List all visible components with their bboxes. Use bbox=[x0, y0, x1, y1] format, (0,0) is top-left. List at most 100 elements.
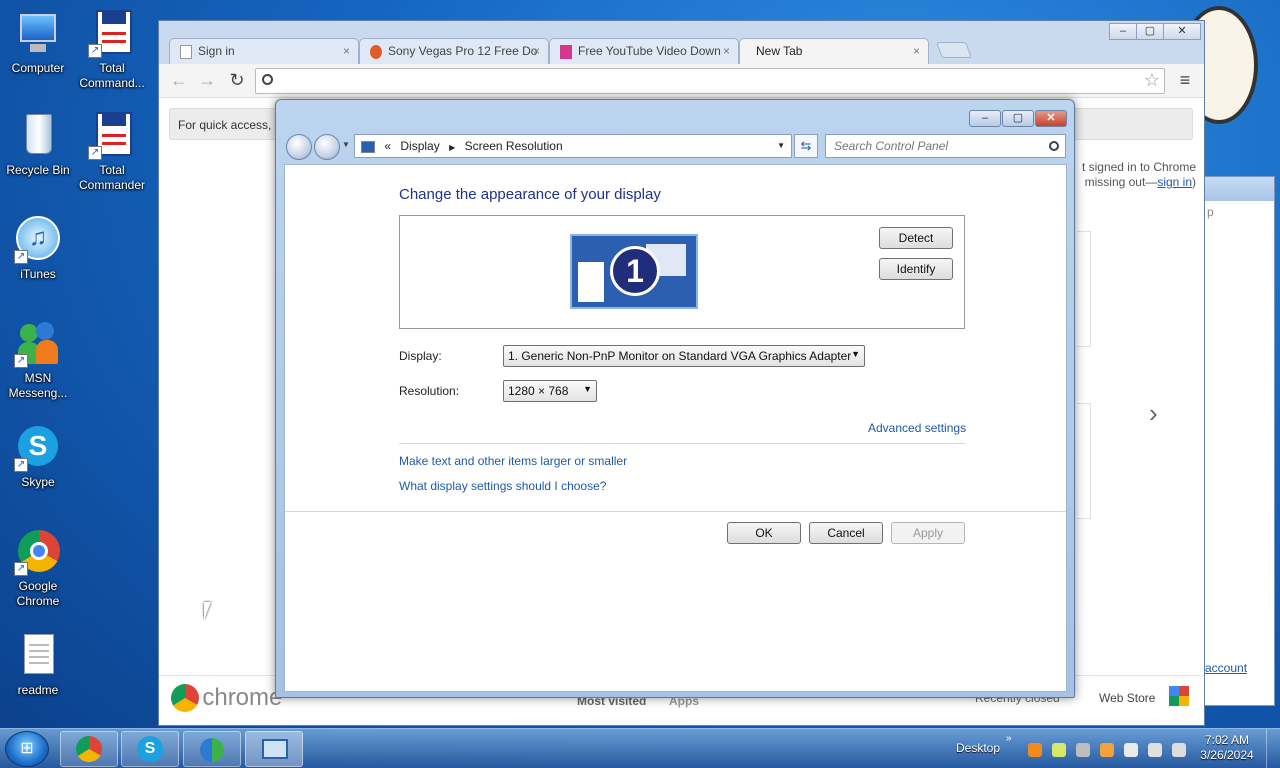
address-dropdown-icon[interactable]: ▼ bbox=[777, 141, 785, 150]
address-bar[interactable]: « Display ▶ Screen Resolution ▼ bbox=[354, 134, 792, 158]
signin-link[interactable]: sign in bbox=[1157, 175, 1192, 189]
tools-icon[interactable] bbox=[1076, 743, 1090, 757]
screen-resolution-dialog[interactable]: – ▢ ✕ ▼ « Display ▶ Screen Resolution ▼ … bbox=[275, 99, 1075, 698]
recycle-bin-icon bbox=[14, 112, 62, 160]
dropdown-arrow-icon: ▼ bbox=[851, 349, 860, 359]
breadcrumb-screen-resolution[interactable]: Screen Resolution bbox=[465, 139, 563, 153]
taskbar-skype[interactable]: S bbox=[121, 731, 179, 767]
toolbar-expand-icon[interactable]: » bbox=[1006, 733, 1012, 744]
back-button[interactable] bbox=[286, 134, 312, 160]
cancel-button[interactable]: Cancel bbox=[809, 522, 883, 544]
desktop-icon-recycle-bin[interactable]: Recycle Bin bbox=[0, 112, 76, 178]
tray-app-icon[interactable] bbox=[1052, 743, 1066, 757]
shortcut-arrow-icon: ↗ bbox=[14, 354, 28, 368]
vlc-icon[interactable] bbox=[1028, 743, 1042, 757]
start-button[interactable]: ⊞ bbox=[5, 731, 49, 767]
mouse-cursor-icon bbox=[204, 602, 211, 620]
breadcrumb-display[interactable]: Display bbox=[400, 139, 439, 153]
dialog-maximize-button[interactable]: ▢ bbox=[1002, 110, 1034, 127]
tab-youtube-downloader[interactable]: Free YouTube Video Down × bbox=[549, 38, 739, 64]
identify-button[interactable]: Identify bbox=[879, 258, 953, 280]
page-icon bbox=[180, 45, 192, 59]
text-size-link[interactable]: Make text and other items larger or smal… bbox=[399, 454, 627, 468]
detect-button[interactable]: Detect bbox=[879, 227, 953, 249]
taskbar-msn-messenger[interactable] bbox=[183, 731, 241, 767]
windows-logo-icon: ⊞ bbox=[20, 740, 34, 757]
desktop-icon-label: Total Commander bbox=[78, 163, 146, 192]
desktop-icon-google-chrome[interactable]: ↗ Google Chrome bbox=[0, 528, 76, 609]
shortcut-arrow-icon: ↗ bbox=[14, 562, 28, 576]
forward-button[interactable] bbox=[314, 134, 340, 160]
display-help-link[interactable]: What display settings should I choose? bbox=[399, 479, 606, 493]
reload-icon[interactable]: ↻ bbox=[227, 70, 247, 90]
monitor-number: 1 bbox=[610, 246, 660, 296]
desktop-icon-computer[interactable]: Computer bbox=[0, 10, 76, 76]
breadcrumb-root[interactable]: « bbox=[384, 139, 391, 153]
forward-arrow-icon[interactable]: → bbox=[197, 70, 217, 90]
account-link[interactable]: account bbox=[1205, 661, 1247, 675]
search-icon bbox=[262, 74, 273, 85]
dropdown-arrow-icon: ▼ bbox=[583, 384, 592, 394]
dialog-minimize-button[interactable]: – bbox=[969, 110, 1001, 127]
tab-close-icon[interactable]: × bbox=[343, 44, 350, 58]
refresh-button[interactable]: ⇆ bbox=[794, 134, 818, 158]
tab-close-icon[interactable]: × bbox=[913, 44, 920, 58]
floppy-disk-icon: ↗ bbox=[88, 112, 136, 160]
desktop-icon-itunes[interactable]: ♫ ↗ iTunes bbox=[0, 216, 76, 282]
recent-pages-chevron-icon[interactable]: ▼ bbox=[342, 140, 350, 149]
display-label: Display: bbox=[399, 349, 442, 363]
background-window[interactable]: p account bbox=[1200, 176, 1275, 706]
omnibox-input[interactable]: ☆ bbox=[255, 68, 1165, 94]
chrome-icon bbox=[171, 684, 199, 712]
desktop-icon-total-commander-1[interactable]: ↗ Total Command... bbox=[74, 10, 150, 91]
tab-sign-in[interactable]: Sign in × bbox=[169, 38, 359, 64]
chrome-icon: ↗ bbox=[14, 528, 62, 576]
desktop-icon-msn-messenger[interactable]: ↗ MSN Messeng... bbox=[0, 320, 76, 401]
chrome-icon bbox=[76, 736, 102, 762]
signin-paren: ) bbox=[1192, 175, 1196, 189]
minimize-button[interactable]: – bbox=[1109, 23, 1137, 40]
maximize-button[interactable]: ▢ bbox=[1136, 23, 1164, 40]
new-tab-button[interactable] bbox=[936, 42, 972, 58]
tab-close-icon[interactable]: × bbox=[723, 44, 730, 58]
search-tray-icon[interactable] bbox=[1100, 743, 1114, 757]
web-store-link[interactable]: Web Store bbox=[1099, 691, 1155, 705]
star-icon[interactable]: ☆ bbox=[1144, 70, 1160, 91]
dialog-content: Change the appearance of your display 1 … bbox=[284, 164, 1067, 692]
taskbar-chrome[interactable] bbox=[60, 731, 118, 767]
breadcrumb-separator-icon: ▶ bbox=[449, 143, 456, 152]
web-store-icon bbox=[1169, 686, 1189, 706]
back-arrow-icon[interactable]: ← bbox=[169, 70, 189, 90]
action-center-flag-icon[interactable] bbox=[1124, 743, 1138, 757]
desktop-icon-label: iTunes bbox=[20, 267, 56, 281]
dialog-close-button[interactable]: ✕ bbox=[1035, 110, 1067, 127]
ok-button[interactable]: OK bbox=[727, 522, 801, 544]
desktop-toolbar-label[interactable]: Desktop bbox=[956, 741, 1000, 755]
signin-note-line1: t signed in to Chrome bbox=[1081, 160, 1196, 174]
apply-button[interactable]: Apply bbox=[891, 522, 965, 544]
desktop-icon-total-commander-2[interactable]: ↗ Total Commander bbox=[74, 112, 150, 193]
resolution-select[interactable]: 1280 × 768 ▼ bbox=[503, 380, 597, 402]
control-panel-icon bbox=[361, 140, 375, 153]
network-icon[interactable] bbox=[1148, 743, 1162, 757]
clock[interactable]: 7:02 AM 3/26/2024 bbox=[1196, 733, 1258, 763]
thumbnail-placeholder bbox=[1077, 231, 1091, 347]
monitor-1-icon[interactable]: 1 bbox=[570, 234, 698, 309]
advanced-settings-link[interactable]: Advanced settings bbox=[868, 421, 966, 435]
toolbar: ← → ↻ ☆ ≡ bbox=[159, 64, 1204, 98]
text-file-icon bbox=[14, 632, 62, 680]
tab-sony-vegas[interactable]: Sony Vegas Pro 12 Free Do × bbox=[359, 38, 549, 64]
search-control-panel-input[interactable]: Search Control Panel bbox=[825, 134, 1066, 158]
volume-muted-icon[interactable] bbox=[1172, 743, 1186, 757]
desktop-icon-readme[interactable]: readme bbox=[0, 632, 76, 698]
menu-icon[interactable]: ≡ bbox=[1175, 70, 1195, 90]
tab-new-tab[interactable]: New Tab × bbox=[739, 38, 929, 64]
tab-close-icon[interactable]: × bbox=[533, 44, 540, 58]
next-page-arrow-icon[interactable]: › bbox=[1149, 398, 1158, 429]
close-button[interactable]: ✕ bbox=[1163, 23, 1201, 40]
taskbar-control-panel[interactable] bbox=[245, 731, 303, 767]
desktop-icon-skype[interactable]: S ↗ Skype bbox=[0, 424, 76, 490]
clock-date: 3/26/2024 bbox=[1200, 748, 1254, 762]
display-select[interactable]: 1. Generic Non-PnP Monitor on Standard V… bbox=[503, 345, 865, 367]
show-desktop-button[interactable] bbox=[1266, 729, 1280, 768]
